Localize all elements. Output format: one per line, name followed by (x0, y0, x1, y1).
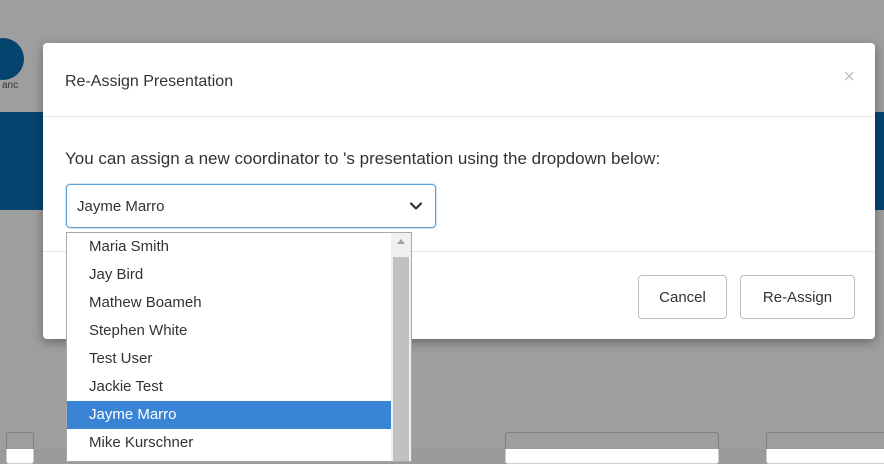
dropdown-option[interactable]: Mathew Boameh (67, 289, 411, 317)
dropdown-option[interactable]: Maria Smith (67, 233, 411, 261)
close-icon[interactable]: × (843, 67, 855, 87)
chevron-down-icon (409, 202, 423, 210)
coordinator-select-value: Jayme Marro (77, 198, 165, 215)
dropdown-option[interactable]: Jackie Test (67, 373, 411, 401)
modal-header: Re-Assign Presentation × (43, 43, 875, 117)
modal-title: Re-Assign Presentation (65, 73, 234, 90)
dropdown-option-selected[interactable]: Jayme Marro (67, 401, 411, 429)
reassign-button[interactable]: Re-Assign (740, 275, 855, 319)
dropdown-option[interactable]: Jay Bird (67, 261, 411, 289)
cancel-button[interactable]: Cancel (638, 275, 727, 319)
scrollbar-thumb[interactable] (393, 257, 409, 461)
coordinator-select[interactable]: Jayme Marro (66, 184, 436, 228)
scroll-up-arrow-icon[interactable] (397, 239, 405, 244)
dropdown-option[interactable]: Test User (67, 345, 411, 373)
dropdown-option[interactable]: Stephen White (67, 317, 411, 345)
dropdown-scrollbar[interactable] (391, 233, 411, 461)
modal-description: You can assign a new coordinator to 's p… (65, 149, 661, 168)
coordinator-dropdown-list[interactable]: Maria Smith Jay Bird Mathew Boameh Steph… (66, 232, 412, 462)
dropdown-option[interactable]: Mike Kurschner (67, 429, 411, 457)
